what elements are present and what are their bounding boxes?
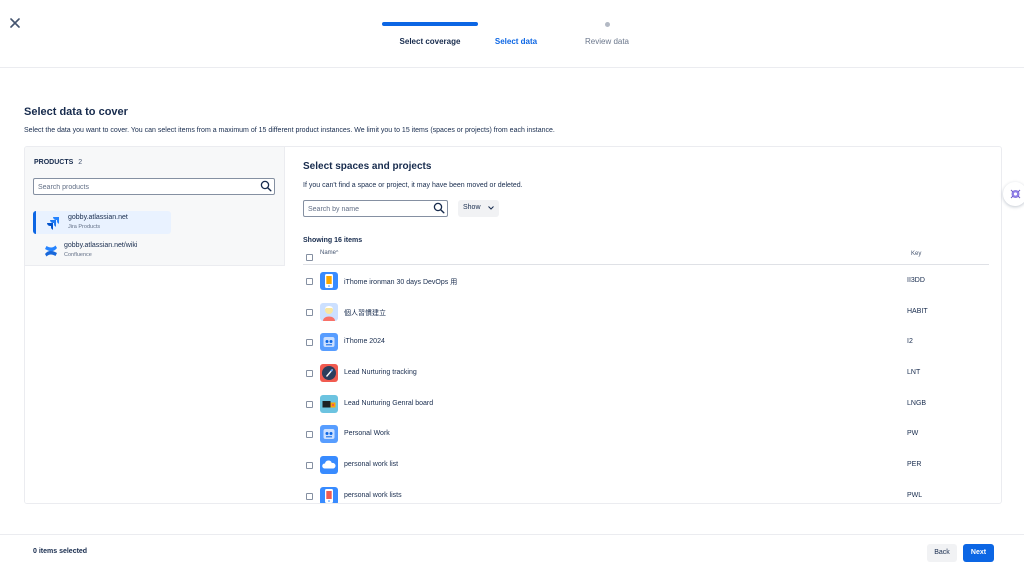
step-dot xyxy=(604,22,610,27)
product-item-confluence[interactable]: gobby.atlassian.net/wiki Confluence xyxy=(33,239,171,262)
selection-panel: PRODUCTS 2 gobby.atlassian.net Jira Produ… xyxy=(24,146,1002,504)
sidebar-empty-area xyxy=(25,265,285,503)
table-header: Name^ Key xyxy=(303,248,989,265)
row-name: Lead Nurturing Genral board xyxy=(344,400,434,407)
row-checkbox[interactable] xyxy=(306,278,313,285)
product-type: Confluence xyxy=(64,252,92,258)
search-by-name-field[interactable] xyxy=(303,200,508,217)
row-checkbox[interactable] xyxy=(306,462,313,469)
row-key: PER xyxy=(907,461,922,468)
items-selected-count: 0 items selected xyxy=(33,548,88,555)
confluence-icon xyxy=(45,245,57,257)
step-bar xyxy=(382,22,478,26)
products-sidebar: PRODUCTS 2 gobby.atlassian.net Jira Produ… xyxy=(25,147,285,503)
page-title: Select data to cover xyxy=(24,106,128,118)
rocket-avatar-icon xyxy=(320,364,338,382)
products-heading: PRODUCTS 2 xyxy=(34,159,82,166)
table-row[interactable]: Personal Work PW xyxy=(303,419,989,449)
assistant-float-button[interactable] xyxy=(1003,182,1024,206)
row-name: 個人習慣建立 xyxy=(344,310,386,317)
step-review-data[interactable]: Review data xyxy=(557,22,657,46)
robot-avatar-icon xyxy=(320,425,338,443)
row-key: PWL xyxy=(907,492,923,499)
row-name: personal work list xyxy=(344,461,399,468)
column-key-header: Key xyxy=(911,251,922,257)
products-count: 2 xyxy=(78,159,83,166)
table-row[interactable]: iThome ironman 30 days DevOps 用 II3DD xyxy=(303,266,989,296)
robot-avatar-icon xyxy=(320,333,338,351)
product-name: gobby.atlassian.net/wiki xyxy=(64,242,138,249)
chevron-down-icon xyxy=(488,206,494,210)
row-key: LNT xyxy=(907,369,921,376)
step-label: Review data xyxy=(584,37,630,46)
row-checkbox[interactable] xyxy=(306,309,313,316)
phone-avatar-icon xyxy=(320,487,338,503)
row-key: II3DD xyxy=(907,277,925,284)
step-label: Select coverage xyxy=(399,37,461,46)
column-name-header[interactable]: Name^ xyxy=(320,250,338,256)
spaces-subtitle: If you can't find a space or project, it… xyxy=(303,182,523,189)
row-name: iThome 2024 xyxy=(344,338,385,345)
phone-avatar-icon xyxy=(320,272,338,290)
row-key: HABIT xyxy=(907,308,928,315)
jira-icon xyxy=(47,217,59,230)
cloud-avatar-icon xyxy=(320,456,338,474)
search-icon[interactable] xyxy=(433,202,445,214)
products-heading-label: PRODUCTS xyxy=(34,159,74,166)
search-products-field[interactable] xyxy=(33,178,275,195)
table-row[interactable]: 個人習慣建立 HABIT xyxy=(303,297,989,327)
row-key: I2 xyxy=(907,338,913,345)
row-key: PW xyxy=(907,430,919,437)
page: Select coverage Select data Review data … xyxy=(0,0,1024,566)
close-icon[interactable] xyxy=(10,18,26,34)
showing-count: Showing 16 items xyxy=(303,237,363,244)
step-select-data[interactable]: Select data xyxy=(466,22,566,46)
spaces-title: Select spaces and projects xyxy=(303,161,432,172)
table-row[interactable]: Lead Nurturing Genral board LNGB xyxy=(303,389,989,419)
row-checkbox[interactable] xyxy=(306,493,313,500)
row-name: iThome ironman 30 days DevOps 用 xyxy=(344,279,458,286)
sort-indicator: ^ xyxy=(336,250,339,256)
step-select-coverage[interactable]: Select coverage xyxy=(380,22,480,46)
back-button[interactable]: Back xyxy=(927,544,957,562)
page-subtitle: Select the data you want to cover. You c… xyxy=(24,127,555,134)
table-row[interactable]: personal work list PER xyxy=(303,450,989,480)
row-checkbox[interactable] xyxy=(306,339,313,346)
assistant-icon xyxy=(1010,189,1021,199)
row-name: Lead Nurturing tracking xyxy=(344,369,417,376)
select-all-checkbox[interactable] xyxy=(306,254,313,261)
row-name: Personal Work xyxy=(344,430,390,437)
column-name-label: Name xyxy=(320,250,337,256)
progress-stepper: Select coverage Select data Review data xyxy=(380,22,650,52)
product-item-jira[interactable]: gobby.atlassian.net Jira Products xyxy=(33,211,171,234)
header: Select coverage Select data Review data xyxy=(0,0,1024,68)
step-label: Select data xyxy=(494,37,538,46)
row-checkbox[interactable] xyxy=(306,431,313,438)
next-button[interactable]: Next xyxy=(963,544,994,562)
folder-avatar-icon xyxy=(320,395,338,413)
show-filter-label: Show xyxy=(463,204,481,211)
person-avatar-icon xyxy=(320,303,338,321)
row-name: personal work lists xyxy=(344,492,402,499)
row-checkbox[interactable] xyxy=(306,370,313,377)
row-checkbox[interactable] xyxy=(306,401,313,408)
search-products-input[interactable] xyxy=(38,182,238,192)
show-filter-button[interactable]: Show xyxy=(458,200,499,217)
table-row[interactable]: personal work lists PWL xyxy=(303,481,989,503)
product-type: Jira Products xyxy=(68,224,101,230)
row-key: LNGB xyxy=(907,400,927,407)
table-row[interactable]: Lead Nurturing tracking LNT xyxy=(303,358,989,388)
footer: 0 items selected Back Next xyxy=(0,534,1024,566)
product-name: gobby.atlassian.net xyxy=(68,214,128,221)
search-icon[interactable] xyxy=(260,180,272,192)
table-row[interactable]: iThome 2024 I2 xyxy=(303,327,989,357)
